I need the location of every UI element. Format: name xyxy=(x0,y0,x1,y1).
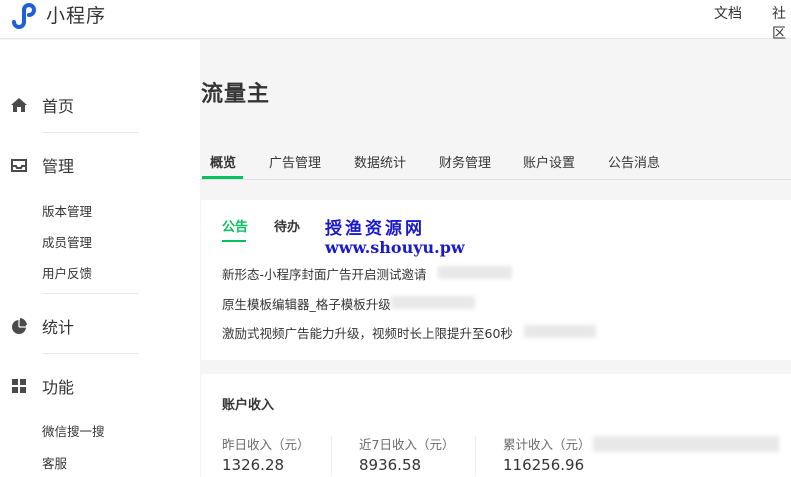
stat-label-total: 累计收入（元） xyxy=(503,437,591,452)
home-icon xyxy=(11,98,27,112)
blurred-date xyxy=(438,266,512,279)
blurred-date xyxy=(391,296,475,309)
sidebar-item-label: 管理 xyxy=(42,157,75,176)
watermark-url: www.shouyu.pw xyxy=(325,238,465,257)
main-content: 流量主 概览 广告管理 数据统计 财务管理 账户设置 公告消息 公告 待办 授渔… xyxy=(200,40,791,477)
sidebar-divider xyxy=(42,293,138,294)
sidebar-divider xyxy=(42,132,138,133)
nav-docs-link[interactable]: 文档 xyxy=(714,3,742,23)
inbox-icon xyxy=(11,159,27,172)
stat-value-total: 116256.96 xyxy=(503,456,585,474)
grid-icon xyxy=(12,379,26,393)
notice-item[interactable]: 新形态-小程序封面广告开启测试邀请 xyxy=(222,264,427,283)
blurred-date xyxy=(524,325,596,338)
sidebar-subitem-customer-service[interactable]: 客服 xyxy=(42,453,67,472)
sidebar-subitem-members[interactable]: 成员管理 xyxy=(42,232,92,251)
stat-value-7days: 8936.58 xyxy=(359,456,422,474)
sidebar-subitem-feedback[interactable]: 用户反馈 xyxy=(42,263,92,282)
tab-bar: 概览 广告管理 数据统计 财务管理 账户设置 公告消息 xyxy=(200,140,791,180)
stat-divider xyxy=(331,436,332,476)
tab-announcements[interactable]: 公告消息 xyxy=(608,152,660,171)
blurred-stat xyxy=(593,436,779,452)
top-header: 小程序 文档 社区 xyxy=(0,0,791,42)
sidebar-item-label: 功能 xyxy=(42,378,75,397)
tab-account-settings[interactable]: 账户设置 xyxy=(523,152,575,171)
sidebar-item-features[interactable]: 功能 xyxy=(0,373,200,399)
nav-community-link[interactable]: 社区 xyxy=(772,3,791,43)
income-card: 账户收入 昨日收入（元） 1326.28 近7日收入（元） 8936.58 累计… xyxy=(201,374,791,477)
tab-ad-management[interactable]: 广告管理 xyxy=(269,152,321,171)
stat-value-yesterday: 1326.28 xyxy=(222,456,285,474)
sidebar-item-stats[interactable]: 统计 xyxy=(0,313,200,339)
stat-label-7days: 近7日收入（元） xyxy=(359,437,455,452)
stat-label-yesterday: 昨日收入（元） xyxy=(222,437,310,452)
app-title: 小程序 xyxy=(46,5,107,27)
subtab-announcements[interactable]: 公告 xyxy=(222,216,248,235)
sidebar: 首页 管理 版本管理 成员管理 用户反馈 统计 功能 微信搜一搜 客服 xyxy=(0,40,200,477)
mini-program-logo-icon[interactable] xyxy=(10,2,38,30)
sidebar-item-manage[interactable]: 管理 xyxy=(0,152,200,178)
notice-item[interactable]: 原生模板编辑器_格子模板升级 xyxy=(222,294,391,313)
sidebar-item-home[interactable]: 首页 xyxy=(0,92,200,118)
sidebar-subitem-wechat-search[interactable]: 微信搜一搜 xyxy=(42,421,105,440)
active-tab-indicator xyxy=(202,176,243,179)
sidebar-divider xyxy=(42,353,138,354)
active-subtab-indicator xyxy=(222,240,246,242)
sidebar-subitem-versions[interactable]: 版本管理 xyxy=(42,201,92,220)
watermark-text: 授渔资源网 xyxy=(325,219,425,239)
tab-overview[interactable]: 概览 xyxy=(210,152,236,171)
tab-data-statistics[interactable]: 数据统计 xyxy=(354,152,406,171)
page-title: 流量主 xyxy=(201,82,271,107)
stat-divider xyxy=(475,436,476,476)
notice-card: 公告 待办 授渔资源网 www.shouyu.pw 新形态-小程序封面广告开启测… xyxy=(201,200,791,360)
income-card-title: 账户收入 xyxy=(222,398,275,413)
sidebar-item-label: 首页 xyxy=(42,97,75,116)
tab-finance[interactable]: 财务管理 xyxy=(439,152,491,171)
subtab-todo[interactable]: 待办 xyxy=(274,216,300,235)
sidebar-item-label: 统计 xyxy=(42,318,75,337)
notice-item[interactable]: 激励式视频广告能力升级，视频时长上限提升至60秒 xyxy=(222,323,513,342)
pie-chart-icon xyxy=(12,318,27,334)
